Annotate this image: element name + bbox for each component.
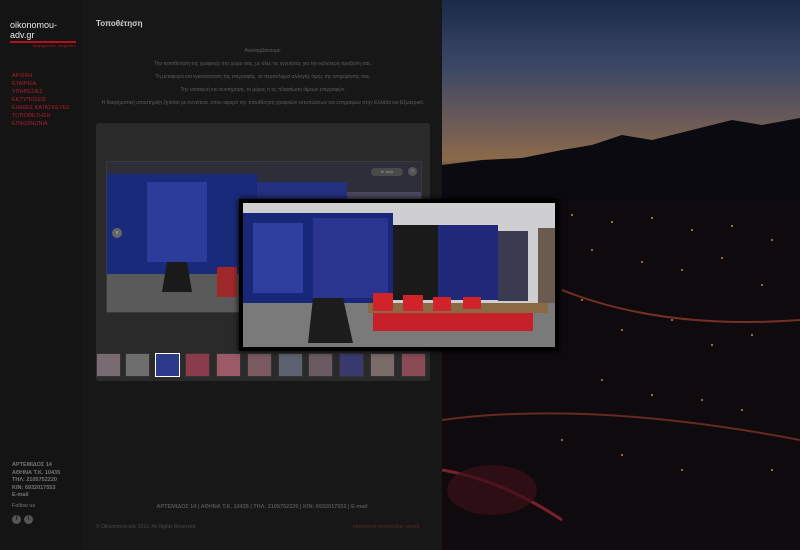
twitter-icon[interactable]: t (24, 515, 33, 524)
gallery-thumbnail[interactable] (308, 353, 333, 377)
page-title: Τοποθέτηση (96, 19, 143, 28)
follow-us-label: Follow us (12, 503, 36, 509)
nav-item-home[interactable]: ΑΡΧΙΚΗ (12, 72, 70, 80)
contact-address: ΑΡΤΕΜΙΔΟΣ 14 (12, 462, 52, 468)
gallery-thumbnail[interactable] (370, 353, 395, 377)
footer-address: ΑΡΤΕΜΙΔΟΣ 14 | ΑΘΗΝΑ Τ.Κ. 10435 | ΤΗΛ: 2… (156, 504, 368, 510)
contact-phone: ΤΗΛ: 2105752220 (12, 477, 57, 483)
contact-mobile: ΚΙΝ: 6932017553 (12, 484, 56, 491)
nav-item-special-constructions[interactable]: ΕΙΔΙΚΕΣ ΚΑΤΑΣΚΕΥΕΣ (12, 104, 70, 112)
contact-block: ΑΡΤΕΜΙΔΟΣ 14 ΑΘΗΝΑ Τ.Κ. 10435 ΤΗΛ: 21057… (12, 462, 60, 500)
gallery-thumbnail-active[interactable] (155, 353, 180, 377)
image-popup[interactable] (239, 199, 559, 351)
sidebar: oikonomou-adv.gr διαφημιστικές υπηρεσίες… (0, 0, 82, 550)
logo[interactable]: oikonomou-adv.gr διαφημιστικές υπηρεσίες (10, 20, 80, 48)
slideshow-play-button[interactable]: ► play (371, 168, 403, 176)
nav-item-installation[interactable]: ΤΟΠΟΘΕΤΗΣΗ (12, 112, 70, 120)
gallery-thumbnail[interactable] (278, 353, 303, 377)
popup-image (243, 203, 555, 347)
intro-text: Αναλαμβάνουμε: Την τοποθέτηση της γραφικ… (96, 45, 430, 110)
intro-line: Η διαφημιστική υποστήριξη ζητείται με συ… (101, 100, 425, 106)
gallery-thumbnail[interactable] (247, 353, 272, 377)
gallery-thumbnail[interactable] (96, 353, 121, 377)
nav-item-prints[interactable]: ΕΚΤΥΠΩΣΕΙΣ (12, 96, 70, 104)
gallery-prev-button[interactable]: ‹ (112, 228, 122, 238)
gallery-thumbnail[interactable] (185, 353, 210, 377)
intro-line: Τη μεταφορά και εγκατάσταση της επιγραφή… (155, 74, 371, 80)
facebook-icon[interactable]: f (12, 515, 21, 524)
gallery-thumbnail[interactable] (216, 353, 241, 377)
gallery-thumbnail[interactable] (401, 353, 426, 377)
contact-city: ΑΘΗΝΑ Τ.Κ. 10435 (12, 469, 61, 476)
gallery-thumbnails (96, 351, 430, 379)
logo-text[interactable]: oikonomou-adv.gr (10, 20, 80, 40)
nav-item-services[interactable]: ΥΠΗΡΕΣΙΕΣ (12, 88, 70, 96)
nav-item-contact[interactable]: ΕΠΙΚΟΙΝΩΝΙΑ (12, 120, 70, 128)
footer-credit-link[interactable]: κατασκευή ιστοσελίδας ssweb (353, 524, 419, 530)
intro-line: Αναλαμβάνουμε: (244, 48, 282, 54)
intro-line: Την επισκευή και συντήρηση, το μέρος ή τ… (180, 87, 346, 93)
fullscreen-icon[interactable]: ○ (408, 167, 417, 176)
gallery-thumbnail[interactable] (125, 353, 150, 377)
contact-email-link[interactable]: E-mail (12, 492, 60, 500)
gallery-thumbnail[interactable] (339, 353, 364, 377)
nav-item-company[interactable]: ΕΤΑΙΡΕΙΑ (12, 80, 70, 88)
footer-copyright: © Oikonomou-adv 2012. All Rights Reserve… (96, 524, 196, 530)
logo-tagline: διαφημιστικές υπηρεσίες (32, 43, 77, 48)
intro-line: Την τοποθέτηση της γραφικής στο χώρο σας… (154, 61, 372, 67)
main-nav: ΑΡΧΙΚΗ ΕΤΑΙΡΕΙΑ ΥΠΗΡΕΣΙΕΣ ΕΚΤΥΠΩΣΕΙΣ ΕΙΔ… (12, 72, 70, 128)
